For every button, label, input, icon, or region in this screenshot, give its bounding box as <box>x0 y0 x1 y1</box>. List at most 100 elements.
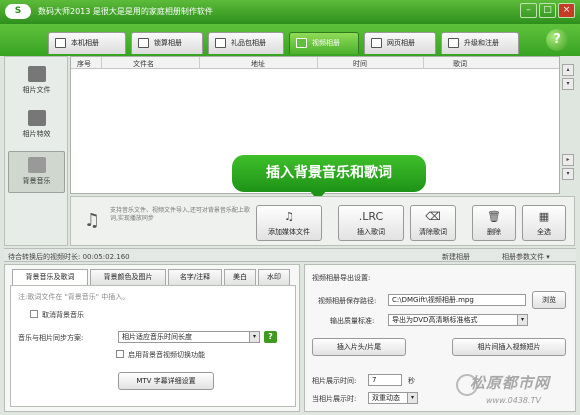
status-bar: 待合转换后的视频时长: 00:05:02.160 新建相册 相册参数文件 ▾ <box>4 248 576 262</box>
display-time-unit: 秒 <box>408 377 415 385</box>
music-note-icon <box>27 157 46 173</box>
tab-label: 礼品包相册 <box>231 39 266 47</box>
chevron-down-icon: ▾ <box>249 332 259 342</box>
tab-label: 升级和注册 <box>464 39 499 47</box>
animation-label: 当相片展示时: <box>312 395 357 403</box>
nav-photo-files[interactable]: 相片文件 <box>8 61 65 103</box>
tab-upgrade-register[interactable]: 升级和注册 <box>441 32 519 54</box>
clear-lyrics-button[interactable]: ⌫ 清除歌词 <box>410 205 456 241</box>
maximize-button[interactable]: □ <box>539 3 556 18</box>
list-side-buttons: ▴ ▾ ▸ ▾ <box>561 56 575 194</box>
question-icon[interactable]: ? <box>264 331 277 343</box>
new-album-link[interactable]: 新建相册 <box>442 252 470 262</box>
display-time-label: 相片展示时间: <box>312 377 357 385</box>
watermark-url: www.0438.TV <box>486 396 541 405</box>
tab-gift-album[interactable]: 礼品包相册 <box>208 32 284 54</box>
nav-label: 相片文件 <box>22 86 51 94</box>
site-watermark: 松原都市网 www.0438.TV <box>456 370 576 412</box>
button-label: 插入歌词 <box>357 228 385 236</box>
move-up-button[interactable]: ▴ <box>562 64 574 76</box>
sync-label: 音乐与相片同步方案: <box>18 334 84 342</box>
button-label: 删除 <box>487 228 501 236</box>
button-label: 全选 <box>537 228 551 236</box>
col-filename: 文件名 <box>133 60 154 68</box>
album-params-link[interactable]: 相册参数文件 ▾ <box>502 252 550 262</box>
play-button[interactable]: ▸ <box>562 154 574 166</box>
nav-label: 相片特效 <box>22 130 51 138</box>
quality-select[interactable]: 导出为DVD高清晰标准格式 ▾ <box>388 314 528 326</box>
upgrade-icon <box>448 38 459 48</box>
switch-bg-checkbox[interactable] <box>116 350 124 358</box>
film-icon <box>296 38 307 48</box>
col-lyrics: 歌词 <box>453 60 467 68</box>
watermark-name: 松原都市网 <box>470 374 551 392</box>
save-path-value: C:\DMGift\视频相册.mpg <box>392 296 474 304</box>
lyrics-hint: 注:歌词文件在 "背景音乐" 中插入。 <box>18 293 130 301</box>
insert-head-tail-button[interactable]: 插入片头/片尾 <box>312 338 406 356</box>
display-time-field[interactable]: 7 <box>368 374 402 386</box>
tab-local-album[interactable]: 本机相册 <box>48 32 126 54</box>
toolbar-note: 支持音乐文件、视频文件导入,还可对背景音乐配上歌词,实现播放同步 <box>110 207 250 222</box>
video-duration: 待合转换后的视频时长: 00:05:02.160 <box>8 253 130 261</box>
animation-select[interactable]: 双重动态 ▾ <box>368 392 418 404</box>
button-label: 清除歌词 <box>419 228 447 236</box>
chevron-down-icon: ▾ <box>407 393 417 403</box>
minimize-button[interactable]: – <box>520 3 537 18</box>
tab-label: 视频相册 <box>312 39 340 47</box>
save-path-label: 视频相册保存路径: <box>318 297 377 305</box>
add-media-button[interactable]: ♫ 添加媒体文件 <box>256 205 322 241</box>
subtab-background[interactable]: 背景颜色及图片 <box>90 269 166 285</box>
gift-icon <box>215 38 226 48</box>
subtab-music-lyrics[interactable]: 背景音乐及歌词 <box>12 269 88 286</box>
insert-lyrics-button[interactable]: .LRC 插入歌词 <box>338 205 404 241</box>
tab-label: 本机相册 <box>71 39 99 47</box>
cancel-music-checkbox[interactable] <box>30 310 38 318</box>
nav-background-music[interactable]: 背景音乐 <box>8 151 65 193</box>
insert-between-button[interactable]: 相片间插入视频短片 <box>452 338 566 356</box>
music-file-icon: ♫ <box>284 210 294 223</box>
left-nav: 相片文件 相片特效 背景音乐 <box>4 56 68 246</box>
scroll-down-button[interactable]: ▾ <box>562 168 574 180</box>
window-title: 数码大师2013 是很大是是用的家庭相册制作软件 <box>38 7 213 16</box>
title-bar: S 数码大师2013 是很大是是用的家庭相册制作软件 – □ × <box>0 0 580 24</box>
col-divider <box>317 57 318 69</box>
subtab-watermark[interactable]: 水印 <box>258 269 290 285</box>
close-button[interactable]: × <box>558 3 575 18</box>
select-all-button[interactable]: ▦ 全选 <box>522 205 566 241</box>
photo-icon <box>55 38 66 48</box>
tab-label: 锁算相册 <box>154 39 182 47</box>
delete-button[interactable]: 🗑 删除 <box>472 205 516 241</box>
tab-web-album[interactable]: 网页相册 <box>364 32 436 54</box>
lock-icon <box>138 38 149 48</box>
eraser-icon: ⌫ <box>425 210 441 223</box>
trash-icon: 🗑 <box>487 210 501 223</box>
list-header: 序号 文件名 地址 时间 歌词 <box>71 57 559 69</box>
globe-icon <box>371 38 382 48</box>
quality-label: 输出质量标准: <box>330 317 375 325</box>
tab-video-album[interactable]: 视频相册 <box>289 32 359 54</box>
tab-locked-album[interactable]: 锁算相册 <box>131 32 203 54</box>
export-title: 视频相册导出设置: <box>312 274 371 282</box>
col-index: 序号 <box>77 60 91 68</box>
tab-label: 网页相册 <box>387 39 415 47</box>
col-path: 地址 <box>251 60 265 68</box>
nav-photo-effects[interactable]: 相片特效 <box>8 105 65 147</box>
camera-icon <box>27 66 46 82</box>
col-divider <box>199 57 200 69</box>
browse-button[interactable]: 浏览 <box>532 291 566 309</box>
sync-select[interactable]: 相片适应音乐时间长度 ▾ <box>118 331 260 343</box>
help-button[interactable]: ? <box>546 29 568 51</box>
mtv-settings-button[interactable]: MTV 字幕详细设置 <box>118 372 214 390</box>
save-path-field[interactable]: C:\DMGift\视频相册.mpg <box>388 294 526 306</box>
lrc-icon: .LRC <box>358 210 384 223</box>
move-down-button[interactable]: ▾ <box>562 78 574 90</box>
callout-banner: 插入背景音乐和歌词 <box>232 155 426 192</box>
subtab-name-notes[interactable]: 名字/注释 <box>168 269 222 285</box>
subtab-whiten[interactable]: 美白 <box>224 269 256 285</box>
cancel-music-label: 取消背景音乐 <box>42 311 84 319</box>
quality-value: 导出为DVD高清晰标准格式 <box>392 316 478 324</box>
animation-value: 双重动态 <box>372 394 400 402</box>
sync-value: 相片适应音乐时间长度 <box>122 333 192 341</box>
switch-bg-label: 启用背景音视频切换功能 <box>128 351 205 359</box>
col-divider <box>423 57 424 69</box>
